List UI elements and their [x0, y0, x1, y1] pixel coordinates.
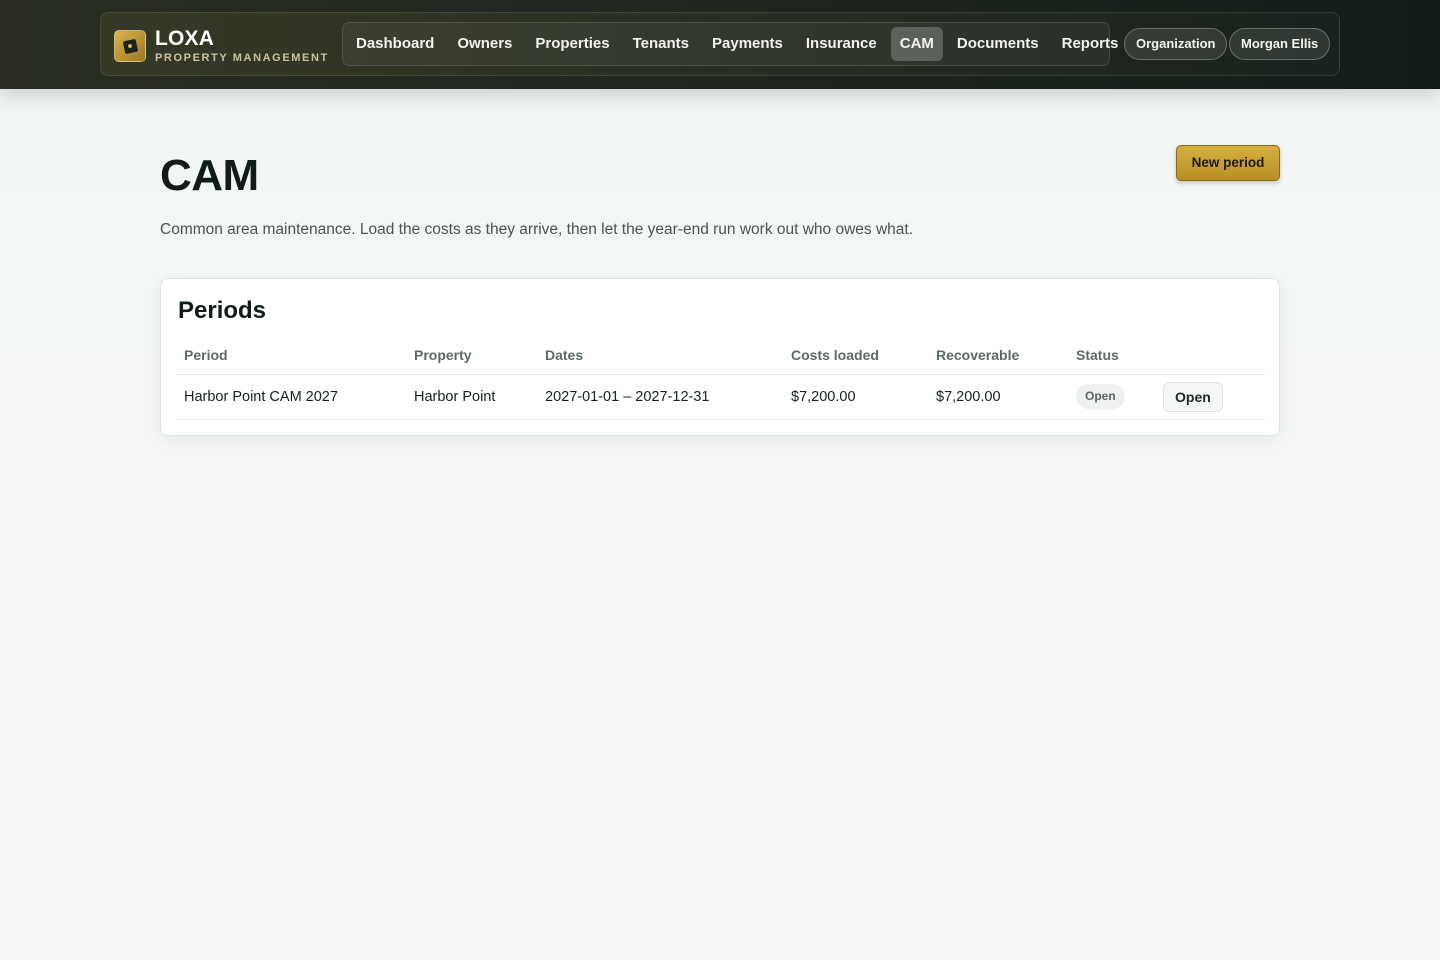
page-title: CAM: [160, 151, 259, 200]
cell-dates: 2027-01-01 – 2027-12-31: [538, 374, 784, 420]
column-header-status: Status: [1069, 337, 1156, 375]
periods-title: Periods: [178, 297, 267, 324]
periods-table: Period Property Dates Costs loaded Recov…: [177, 337, 1265, 420]
cell-costs-loaded: $7,200.00: [784, 374, 929, 420]
nav-item-insurance[interactable]: Insurance: [797, 27, 886, 61]
column-header-actions: [1156, 337, 1265, 375]
open-period-button[interactable]: Open: [1163, 381, 1223, 412]
page-description: Common area maintenance. Load the costs …: [160, 221, 914, 238]
table-header-row: Period Property Dates Costs loaded Recov…: [177, 337, 1265, 375]
nav-item-cam[interactable]: CAM: [890, 27, 943, 61]
periods-card: Periods Period Property Dates Costs load…: [160, 278, 1280, 436]
nav-item-dashboard[interactable]: Dashboard: [347, 27, 443, 61]
cell-actions: Open: [1156, 374, 1265, 420]
column-header-costs-loaded: Costs loaded: [784, 337, 929, 375]
brand-name: LOXA: [155, 27, 215, 50]
cell-status: Open: [1069, 374, 1156, 420]
nav-item-documents[interactable]: Documents: [948, 27, 1048, 61]
column-header-recoverable: Recoverable: [929, 337, 1069, 375]
nav-item-tenants[interactable]: Tenants: [624, 27, 698, 61]
column-header-period: Period: [177, 337, 407, 375]
cell-recoverable: $7,200.00: [929, 374, 1069, 420]
brand-subtitle: PROPERTY MANAGEMENT: [155, 52, 329, 64]
brand-text: LOXA PROPERTY MANAGEMENT: [155, 28, 329, 64]
table-row: Harbor Point CAM 2027 Harbor Point 2027-…: [177, 374, 1265, 420]
cell-period: Harbor Point CAM 2027: [177, 374, 407, 420]
nav-item-reports[interactable]: Reports: [1053, 27, 1128, 61]
column-header-property: Property: [407, 337, 538, 375]
top-bar-panel: LOXA PROPERTY MANAGEMENT Dashboard Owner…: [100, 12, 1340, 76]
loxa-logo-icon: [114, 30, 146, 62]
main-nav: Dashboard Owners Properties Tenants Paym…: [342, 22, 1118, 66]
top-bar: LOXA PROPERTY MANAGEMENT Dashboard Owner…: [0, 0, 1440, 89]
nav-item-owners[interactable]: Owners: [448, 27, 521, 61]
nav-item-properties[interactable]: Properties: [526, 27, 618, 61]
organization-button[interactable]: Organization: [1124, 28, 1228, 60]
status-badge: Open: [1076, 384, 1125, 409]
cell-property: Harbor Point: [407, 374, 538, 420]
user-menu-button[interactable]: Morgan Ellis: [1229, 28, 1331, 60]
brand[interactable]: LOXA PROPERTY MANAGEMENT: [114, 28, 329, 64]
new-period-button[interactable]: New period: [1176, 145, 1280, 181]
column-header-dates: Dates: [538, 337, 784, 375]
nav-item-payments[interactable]: Payments: [703, 27, 792, 61]
